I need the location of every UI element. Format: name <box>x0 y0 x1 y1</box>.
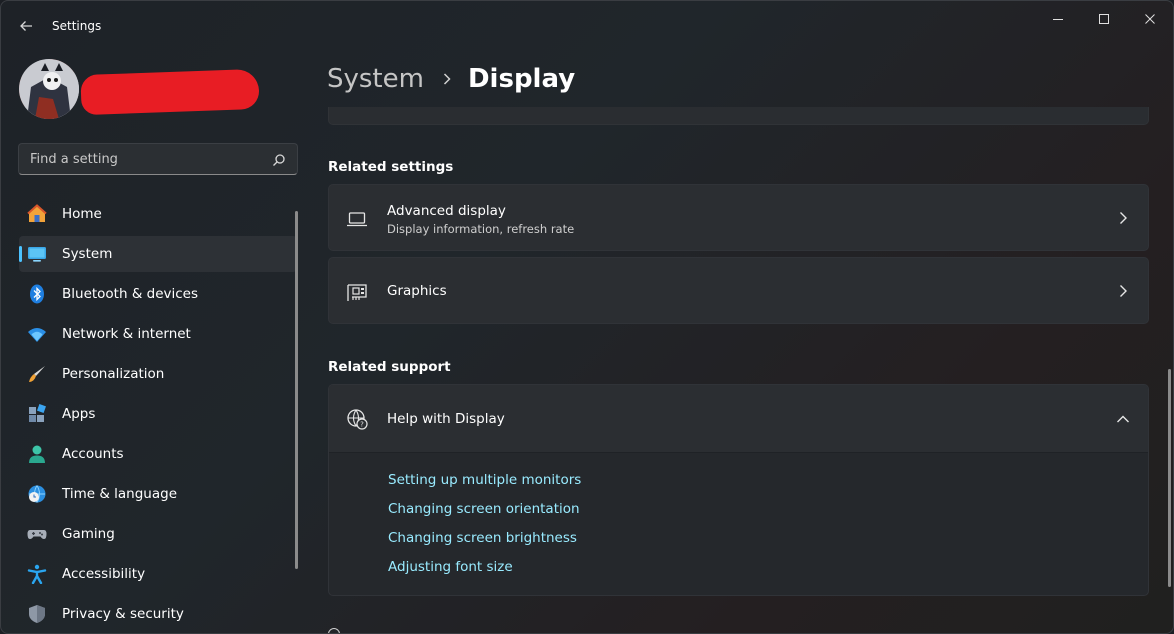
sidebar-item-accounts[interactable]: Accounts <box>19 436 297 472</box>
minimize-icon <box>1053 19 1063 20</box>
graphics-card-icon <box>347 284 367 301</box>
laptop-icon <box>347 212 367 227</box>
chevron-up-icon[interactable] <box>1116 412 1130 426</box>
help-title: Help with Display <box>387 411 505 427</box>
title-bar: Settings <box>1 1 1173 49</box>
card-title: Graphics <box>387 283 447 299</box>
advanced-display-card[interactable]: Advanced display Display information, re… <box>328 184 1149 251</box>
sidebar-item-bluetooth[interactable]: Bluetooth & devices <box>19 276 297 312</box>
settings-window: Settings Find a setting Home System Blue… <box>0 0 1174 634</box>
sidebar-item-label: Accounts <box>62 446 124 462</box>
sidebar-item-personalization[interactable]: Personalization <box>19 356 297 392</box>
card-title: Advanced display <box>387 203 506 219</box>
minimize-button[interactable] <box>1035 5 1081 33</box>
sidebar-item-label: Network & internet <box>62 326 191 342</box>
sidebar-scrollbar[interactable] <box>295 211 298 569</box>
help-link[interactable]: Setting up multiple monitors <box>388 471 581 500</box>
partial-icon <box>328 628 340 633</box>
gamepad-icon <box>27 530 47 539</box>
sidebar-item-home[interactable]: Home <box>19 196 297 232</box>
back-arrow-icon <box>20 21 32 31</box>
main-scrollbar[interactable] <box>1168 369 1171 587</box>
close-icon <box>1145 14 1155 24</box>
card-subtitle: Display information, refresh rate <box>387 222 575 236</box>
sidebar-item-label: Accessibility <box>62 566 146 582</box>
globe-clock-icon <box>28 485 46 503</box>
system-icon <box>28 247 46 262</box>
redacted-username <box>80 68 260 116</box>
chevron-right-icon <box>443 73 451 85</box>
maximize-icon <box>1099 14 1109 24</box>
bluetooth-icon <box>30 284 44 304</box>
related-support-heading: Related support <box>328 359 451 375</box>
sidebar-item-time-language[interactable]: Time & language <box>19 476 297 512</box>
back-button[interactable] <box>13 13 39 39</box>
page-title: Display <box>467 64 576 94</box>
previous-card-edge <box>328 107 1149 125</box>
accessibility-icon <box>27 564 47 584</box>
sidebar-item-network[interactable]: Network & internet <box>19 316 297 352</box>
sidebar-item-system[interactable]: System <box>19 236 297 272</box>
breadcrumb: System Display <box>327 59 575 99</box>
maximize-button[interactable] <box>1081 5 1127 33</box>
sidebar-item-label: Home <box>62 206 102 222</box>
app-title: Settings <box>52 19 102 33</box>
sidebar-item-label: System <box>62 246 113 262</box>
sidebar-nav: Home System Bluetooth & devices Network <box>19 196 297 633</box>
chevron-right-icon <box>1120 212 1127 224</box>
help-link[interactable]: Adjusting font size <box>388 558 581 587</box>
close-button[interactable] <box>1127 5 1173 33</box>
home-icon <box>27 204 47 222</box>
shield-icon <box>29 605 45 623</box>
sidebar-item-gaming[interactable]: Gaming <box>19 516 297 552</box>
sidebar-item-label: Apps <box>62 406 96 422</box>
search-icon[interactable] <box>272 153 286 167</box>
sidebar-item-label: Privacy & security <box>62 606 184 622</box>
wifi-icon <box>28 328 46 342</box>
sidebar-item-label: Personalization <box>62 366 165 382</box>
sidebar-item-privacy[interactable]: Privacy & security <box>19 596 297 632</box>
graphics-card[interactable]: Graphics <box>328 257 1149 324</box>
sidebar-item-apps[interactable]: Apps <box>19 396 297 432</box>
help-with-display-expander: ? Help with Display Setting up multiple … <box>328 384 1149 596</box>
related-settings-heading: Related settings <box>328 159 454 175</box>
sidebar-item-label: Time & language <box>62 486 178 502</box>
help-link[interactable]: Changing screen brightness <box>388 529 581 558</box>
globe-help-icon: ? <box>347 409 368 430</box>
brush-icon <box>29 366 45 382</box>
breadcrumb-parent[interactable]: System <box>327 64 424 94</box>
user-avatar[interactable] <box>19 59 79 119</box>
help-expander-header[interactable]: ? Help with Display <box>329 385 1148 453</box>
help-link[interactable]: Changing screen orientation <box>388 500 581 529</box>
sidebar-item-label: Bluetooth & devices <box>62 286 199 302</box>
search-box[interactable] <box>18 143 298 175</box>
apps-icon <box>29 404 46 422</box>
person-icon <box>29 445 45 463</box>
search-input[interactable] <box>19 144 297 174</box>
sidebar-item-label: Gaming <box>62 526 115 542</box>
active-indicator <box>19 246 22 262</box>
help-links: Setting up multiple monitors Changing sc… <box>388 471 581 587</box>
chevron-right-icon <box>1120 285 1127 297</box>
svg-text:?: ? <box>360 421 364 429</box>
sidebar-item-accessibility[interactable]: Accessibility <box>19 556 297 592</box>
